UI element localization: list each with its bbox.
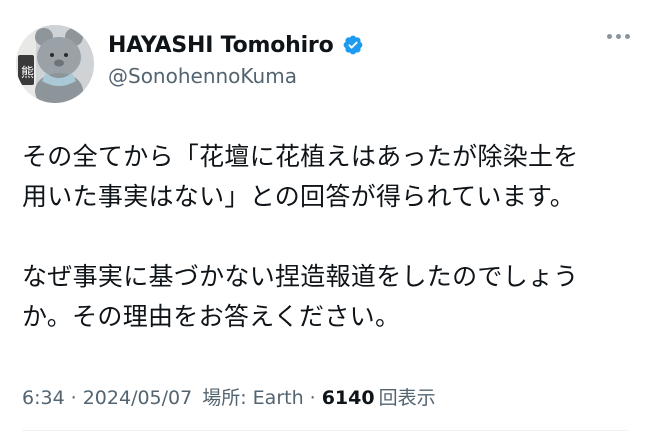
views-count: 6140 bbox=[321, 387, 375, 409]
tweet-paragraph-2: なぜ事実に基づかない捏造報道をしたのでしょう か。その理由をお答えください。 bbox=[22, 262, 579, 331]
tweet-paragraph-1: その全てから「花壇に花植えはあったが除染土を 用いた事実はない」との回答が得られ… bbox=[22, 142, 579, 211]
tweet-date[interactable]: 2024/05/07 bbox=[83, 387, 193, 409]
handle[interactable]: @SonohennoKuma bbox=[108, 64, 364, 88]
separator: · bbox=[70, 387, 77, 409]
verified-badge-icon bbox=[343, 35, 362, 55]
dot bbox=[607, 34, 612, 39]
tweet: 熊 HAYASHI Tomohiro @SonohennoKuma その全てから… bbox=[0, 0, 650, 435]
tweet-meta: 6:34 · 2024/05/07 場所: Earth · 6140 回表示 bbox=[22, 383, 436, 410]
divider bbox=[22, 430, 628, 431]
dot bbox=[616, 34, 621, 39]
separator: · bbox=[309, 387, 316, 409]
tweet-text: その全てから「花壇に花植えはあったが除染土を 用いた事実はない」との回答が得られ… bbox=[22, 137, 622, 337]
avatar[interactable]: 熊 bbox=[16, 25, 94, 103]
dot bbox=[625, 34, 630, 39]
teddy-bear-avatar-icon: 熊 bbox=[16, 25, 94, 103]
name-row: HAYASHI Tomohiro bbox=[108, 30, 364, 60]
tweet-location: 場所: Earth bbox=[202, 387, 304, 409]
display-name[interactable]: HAYASHI Tomohiro bbox=[108, 33, 334, 58]
tweet-time[interactable]: 6:34 bbox=[22, 387, 65, 409]
more-options-icon[interactable] bbox=[607, 34, 630, 39]
author-header: HAYASHI Tomohiro @SonohennoKuma bbox=[108, 30, 364, 88]
svg-text:熊: 熊 bbox=[21, 65, 34, 81]
views-label: 回表示 bbox=[378, 387, 436, 409]
